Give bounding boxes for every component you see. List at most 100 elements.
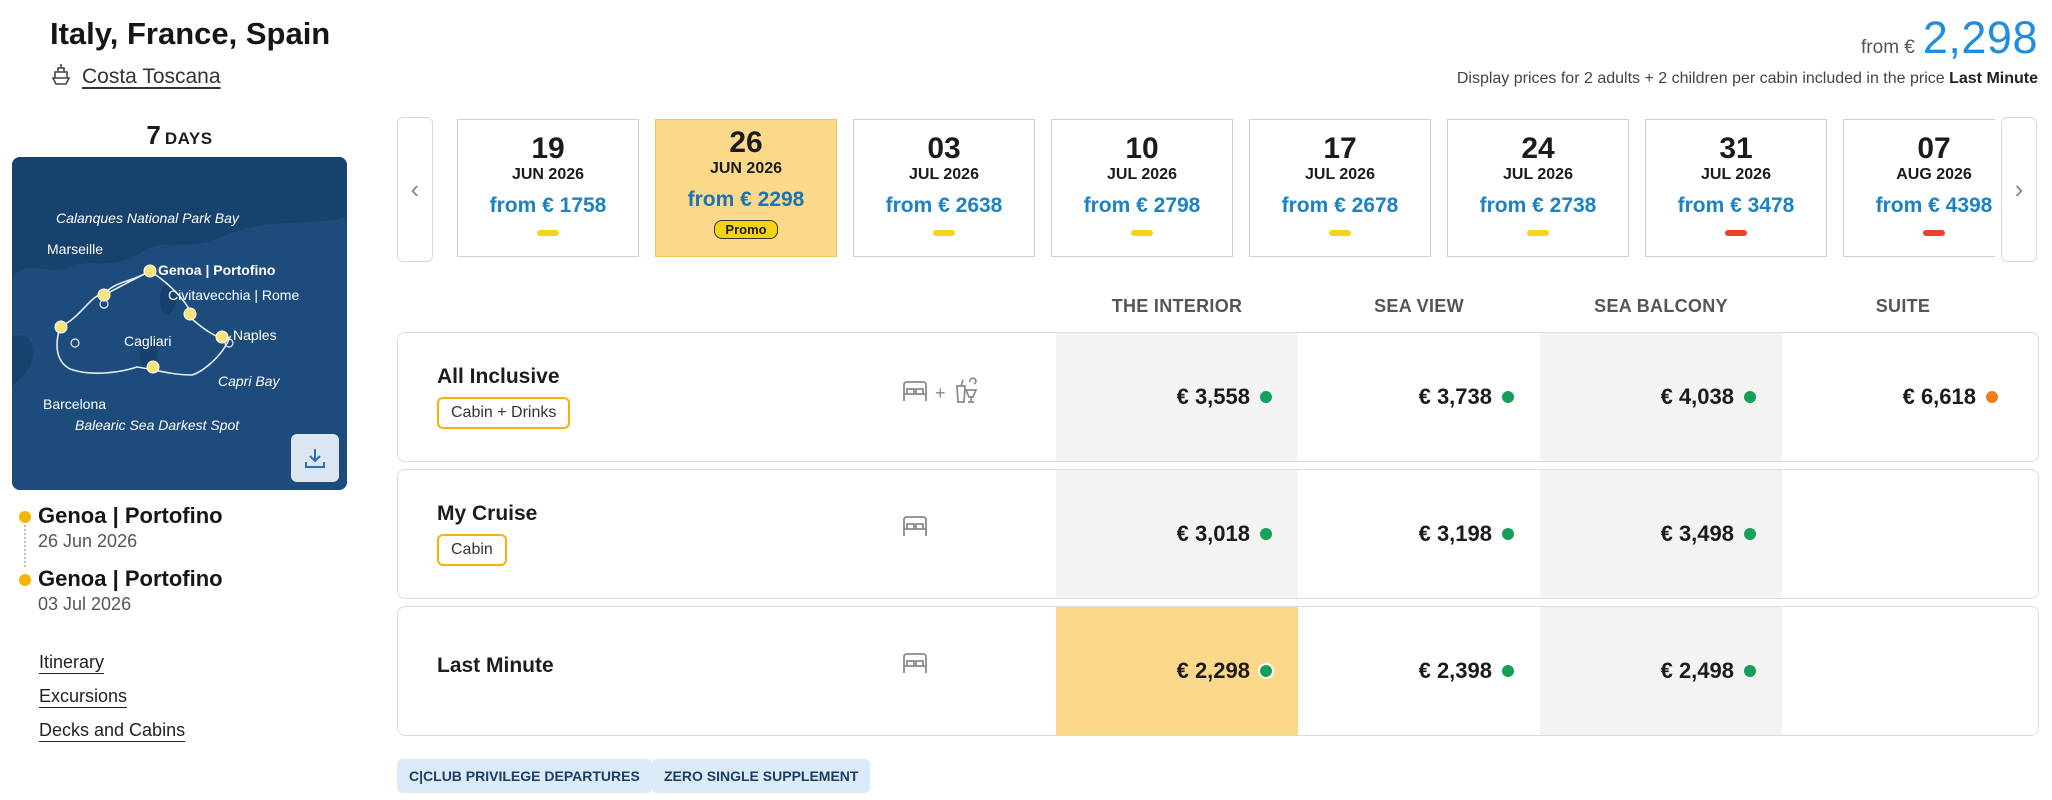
ship-link[interactable]: Costa Toscana — [50, 62, 221, 92]
badge-zero-supplement: ZERO SINGLE SUPPLEMENT — [652, 759, 871, 793]
availability-dot — [1744, 528, 1756, 540]
col-header-sea-view: SEA VIEW — [1374, 296, 1464, 316]
date-day: 24 — [1521, 132, 1555, 165]
price-value: € 3,018 — [1176, 521, 1250, 546]
itinerary-map[interactable]: Calanques National Park Bay Marseille Ge… — [12, 157, 347, 490]
price-value: € 3,558 — [1176, 384, 1250, 409]
date-price: from € 2638 — [885, 194, 1003, 217]
rate-tag: Cabin — [437, 534, 507, 566]
rate-icons: + — [901, 377, 980, 410]
price-value: € 4,038 — [1660, 384, 1734, 409]
download-map-button[interactable] — [291, 434, 339, 482]
price-cell[interactable]: € 3,498 — [1540, 470, 1782, 598]
rate-icons — [901, 651, 929, 680]
map-label-cagliari: Cagliari — [124, 333, 171, 349]
ship-icon — [50, 62, 72, 92]
availability-dot — [1744, 391, 1756, 403]
rate-tag: Cabin + Drinks — [437, 397, 571, 429]
rate-name: My Cruise — [437, 502, 538, 525]
price-cell[interactable]: € 2,398 — [1298, 607, 1540, 735]
duration: 7 DAYS — [12, 120, 347, 151]
price-cell[interactable]: € 6,618 — [1782, 333, 2024, 461]
date-month: JUL 2026 — [1503, 166, 1573, 183]
date-card[interactable]: 17 JUL 2026 from € 2678 — [1249, 119, 1431, 257]
date-price: from € 3478 — [1677, 194, 1795, 217]
departure-port: Genoa | Portofino — [38, 503, 223, 528]
download-icon — [302, 445, 328, 471]
drinks-icon — [952, 377, 980, 410]
price-from-value: 2,298 — [1922, 12, 2038, 63]
price-cell[interactable]: € 2,498 — [1540, 607, 1782, 735]
rate-name: Last Minute — [437, 654, 554, 677]
price-cell[interactable]: € 4,038 — [1540, 333, 1782, 461]
map-label-naples: Naples — [233, 327, 277, 343]
map-label-capri: Capri Bay — [218, 373, 280, 389]
date-day: 10 — [1125, 132, 1159, 165]
date-month: JUN 2026 — [511, 166, 585, 183]
chevron-right-icon: › — [2014, 174, 2024, 204]
itinerary-connector — [24, 525, 26, 567]
date-price: from € 2678 — [1281, 194, 1399, 217]
date-card[interactable]: 10 JUL 2026 from € 2798 — [1051, 119, 1233, 257]
date-month: JUL 2026 — [909, 166, 979, 183]
map-label-balearic: Balearic Sea Darkest Spot — [75, 417, 240, 433]
availability-bar — [1725, 230, 1747, 236]
duration-number: 7 — [146, 120, 161, 150]
price-note-rate: Last Minute — [1949, 70, 2038, 87]
date-card[interactable]: 07 AUG 2026 from € 4398 — [1843, 119, 1995, 257]
link-decks-cabins[interactable]: Decks and Cabins — [39, 720, 185, 742]
date-price: from € 1758 — [489, 194, 607, 217]
date-day: 19 — [531, 132, 565, 165]
date-price: from € 2298 — [687, 188, 805, 211]
link-excursions[interactable]: Excursions — [39, 686, 185, 708]
dates-prev-button[interactable]: ‹ — [397, 117, 433, 262]
date-day: 03 — [927, 132, 961, 165]
price-cell[interactable]: € 3,018 — [1056, 470, 1298, 598]
rate-icons — [901, 514, 929, 543]
bed-icon — [901, 651, 929, 680]
departure-date: 26 Jun 2026 — [38, 531, 138, 551]
date-strip: 19 JUN 2026 from € 1758 26 JUN 2026 from… — [457, 119, 1995, 259]
price-note: Display prices for 2 adults + 2 children… — [1457, 70, 2038, 88]
availability-dot — [1260, 391, 1272, 403]
price-cell[interactable]: € 3,198 — [1298, 470, 1540, 598]
availability-dot — [1502, 665, 1514, 677]
date-month: JUL 2026 — [1305, 166, 1375, 183]
price-value: € 2,398 — [1418, 658, 1492, 683]
price-value: € 2,498 — [1660, 658, 1734, 683]
price-note-text: Display prices for 2 adults + 2 children… — [1456, 70, 1945, 87]
map-label-barcelona: Barcelona — [43, 396, 106, 412]
date-card-selected[interactable]: 26 JUN 2026 from € 2298 Promo — [655, 119, 837, 257]
availability-bar — [1527, 230, 1549, 236]
date-card[interactable]: 19 JUN 2026 from € 1758 — [457, 119, 639, 257]
availability-bar — [1923, 230, 1945, 236]
map-label-calanques: Calanques National Park Bay — [56, 210, 240, 226]
badge-cclub: C|CLUB PRIVILEGE DEPARTURES — [397, 759, 652, 793]
rate-row-all-inclusive: All Inclusive Cabin + Drinks + € 3,558 €… — [397, 332, 2039, 462]
price-value: € 3,498 — [1660, 521, 1734, 546]
date-card[interactable]: 03 JUL 2026 from € 2638 — [853, 119, 1035, 257]
availability-dot — [1744, 665, 1756, 677]
rate-row-last-minute: Last Minute € 2,298 € 2,398 € 2,498 — [397, 606, 2039, 736]
col-header-suite: SUITE — [1875, 296, 1931, 316]
dates-next-button[interactable]: › — [2001, 117, 2037, 262]
link-itinerary[interactable]: Itinerary — [39, 652, 185, 674]
availability-bar — [1329, 230, 1351, 236]
price-cell[interactable]: € 3,558 — [1056, 333, 1298, 461]
price-cell[interactable]: € 3,738 — [1298, 333, 1540, 461]
price-value: € 6,618 — [1902, 384, 1976, 409]
col-header-sea-balcony: SEA BALCONY — [1594, 296, 1728, 316]
arrival-date: 03 Jul 2026 — [38, 594, 132, 614]
rate-name: All Inclusive — [437, 365, 560, 388]
availability-dot — [1986, 391, 1998, 403]
date-price: from € 2738 — [1479, 194, 1597, 217]
price-cell-selected[interactable]: € 2,298 — [1056, 607, 1298, 735]
date-card[interactable]: 24 JUL 2026 from € 2738 — [1447, 119, 1629, 257]
map-label-genoa: Genoa | Portofino — [158, 262, 275, 278]
date-card[interactable]: 31 JUL 2026 from € 3478 — [1645, 119, 1827, 257]
arrival-port: Genoa | Portofino — [38, 566, 223, 591]
col-header-interior: THE INTERIOR — [1111, 296, 1243, 316]
bed-icon — [901, 514, 929, 543]
promo-badge: Promo — [714, 220, 778, 239]
rate-row-my-cruise: My Cruise Cabin € 3,018 € 3,198 € 3,498 — [397, 469, 2039, 599]
